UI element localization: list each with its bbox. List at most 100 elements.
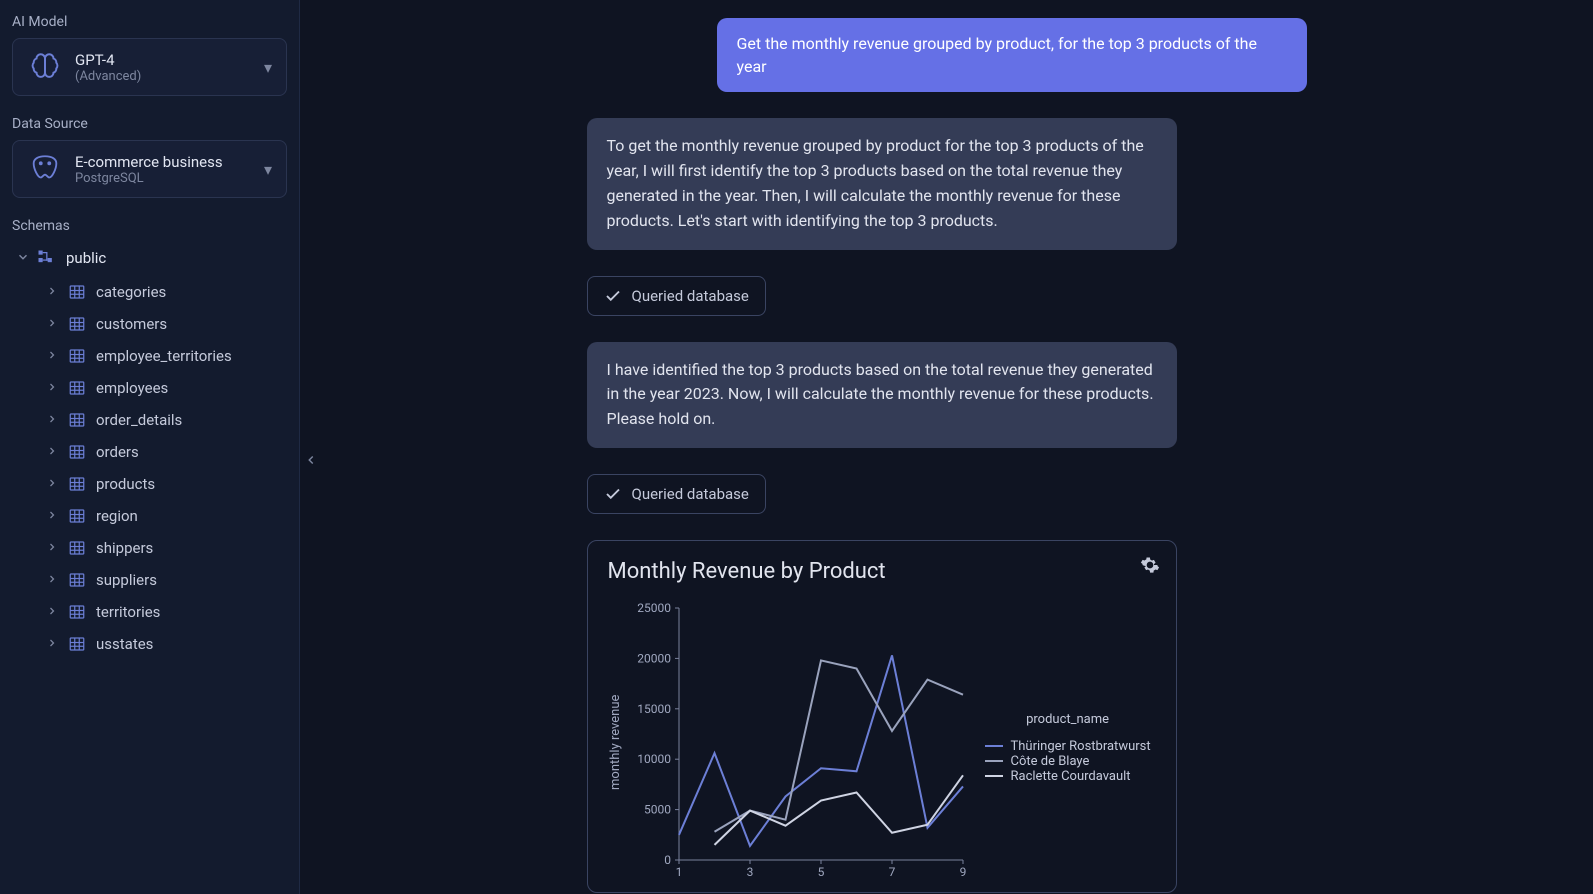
chevron-right-icon [46,539,58,557]
schema-root[interactable]: public [12,242,287,274]
queried-database-pill[interactable]: Queried database [587,474,766,514]
svg-text:5: 5 [817,865,824,879]
legend-label: Raclette Courdavault [1011,769,1131,784]
ai-model-title: GPT-4 [75,51,252,69]
chevron-down-icon [16,249,28,268]
chat-column: Get the monthly revenue grouped by produ… [587,18,1307,893]
legend-label: Côte de Blaye [1011,754,1090,769]
svg-text:10000: 10000 [637,752,671,766]
chevron-right-icon [46,507,58,525]
table-name: region [96,507,138,525]
table-icon [68,507,86,525]
user-message: Get the monthly revenue grouped by produ… [717,18,1307,92]
check-icon [604,485,622,503]
table-icon [68,347,86,365]
table-name: territories [96,603,160,621]
table-item-shippers[interactable]: shippers [12,532,287,564]
table-name: categories [96,283,166,301]
ai-model-selector[interactable]: GPT-4 (Advanced) ▾ [12,38,287,96]
legend-item: Raclette Courdavault [985,769,1151,784]
legend-swatch [985,745,1003,747]
ai-message: To get the monthly revenue grouped by pr… [587,118,1177,249]
table-item-suppliers[interactable]: suppliers [12,564,287,596]
chart-legend: product_name Thüringer RostbratwurstCôte… [985,602,1151,882]
table-icon [68,539,86,557]
chevron-right-icon [46,379,58,397]
table-item-orders[interactable]: orders [12,436,287,468]
table-item-products[interactable]: products [12,468,287,500]
schemas-section: Schemas public categories customers employ… [12,218,287,660]
chevron-right-icon [46,315,58,333]
ai-message: I have identified the top 3 products bas… [587,342,1177,448]
table-item-usstates[interactable]: usstates [12,628,287,660]
table-item-employees[interactable]: employees [12,372,287,404]
table-item-order_details[interactable]: order_details [12,404,287,436]
chevron-down-icon: ▾ [264,160,272,179]
chart-plot: 050001000015000200002500013579 [629,602,969,882]
schemas-label: Schemas [12,218,287,234]
table-icon [68,571,86,589]
chevron-right-icon [46,347,58,365]
chevron-right-icon [46,475,58,493]
svg-text:15000: 15000 [637,702,671,716]
data-source-title: E-commerce business [75,153,252,171]
postgres-icon [27,151,63,187]
main-pane: Get the monthly revenue grouped by produ… [300,0,1593,894]
svg-text:20000: 20000 [637,651,671,665]
table-name: shippers [96,539,153,557]
chevron-right-icon [46,411,58,429]
table-name: employee_territories [96,347,232,365]
table-icon [68,603,86,621]
legend-item: Côte de Blaye [985,754,1151,769]
chevron-down-icon: ▾ [264,58,272,77]
chevron-right-icon [46,603,58,621]
ai-model-label: AI Model [12,14,287,30]
svg-text:7: 7 [888,865,895,879]
schema-name: public [66,249,106,267]
table-name: employees [96,379,168,397]
data-source-label: Data Source [12,116,287,132]
table-icon [68,283,86,301]
pill-label: Queried database [632,287,749,305]
table-icon [68,635,86,653]
table-icon [68,475,86,493]
queried-database-pill[interactable]: Queried database [587,276,766,316]
gear-icon[interactable] [1140,555,1160,579]
table-icon [68,315,86,333]
table-icon [68,411,86,429]
data-source-sub: PostgreSQL [75,171,252,186]
chevron-right-icon [46,635,58,653]
table-item-territories[interactable]: territories [12,596,287,628]
table-item-categories[interactable]: categories [12,276,287,308]
brain-icon [27,49,63,85]
sidebar: AI Model GPT-4 (Advanced) ▾ Data Source [0,0,300,894]
legend-title: product_name [985,712,1151,727]
data-source-selector[interactable]: E-commerce business PostgreSQL ▾ [12,140,287,198]
table-item-region[interactable]: region [12,500,287,532]
svg-text:1: 1 [675,865,682,879]
legend-swatch [985,760,1003,762]
table-name: products [96,475,155,493]
svg-text:9: 9 [959,865,966,879]
table-item-employee_territories[interactable]: employee_territories [12,340,287,372]
ai-model-sub: (Advanced) [75,69,252,84]
legend-item: Thüringer Rostbratwurst [985,739,1151,754]
table-name: customers [96,315,167,333]
data-source-section: Data Source E-commerce business PostgreS… [12,116,287,198]
schema-tree: public categories customers employee_terri… [12,242,287,660]
table-icon [68,443,86,461]
legend-swatch [985,775,1003,777]
legend-label: Thüringer Rostbratwurst [1011,739,1151,754]
table-name: order_details [96,411,182,429]
table-name: usstates [96,635,153,653]
chart-card: Monthly Revenue by Product monthly reven… [587,540,1177,893]
svg-text:25000: 25000 [637,601,671,615]
chevron-right-icon [46,283,58,301]
svg-text:0: 0 [664,853,671,867]
schema-icon [36,248,58,268]
chevron-right-icon [46,571,58,589]
table-name: suppliers [96,571,157,589]
chart-ylabel: monthly revenue [608,602,623,882]
table-item-customers[interactable]: customers [12,308,287,340]
svg-text:5000: 5000 [644,803,671,817]
